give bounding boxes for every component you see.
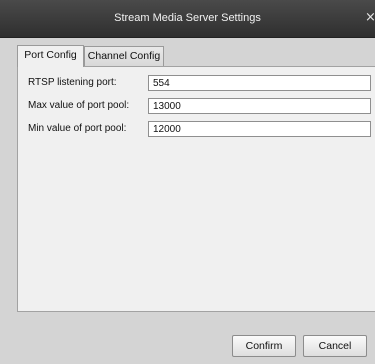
tab-channel-config[interactable]: Channel Config (84, 46, 164, 66)
port-config-panel: RTSP listening port: Max value of port p… (17, 66, 375, 312)
max-port-pool-label: Max value of port pool: (28, 100, 130, 111)
cancel-button[interactable]: Cancel (303, 335, 367, 357)
settings-dialog: Stream Media Server Settings × Port Conf… (0, 0, 375, 364)
max-port-pool-input[interactable] (148, 98, 371, 114)
min-port-pool-input[interactable] (148, 121, 371, 137)
max-port-pool-row: Max value of port pool: (28, 98, 375, 114)
window-title: Stream Media Server Settings (114, 12, 261, 24)
rtsp-port-input[interactable] (148, 75, 371, 91)
tab-port-config[interactable]: Port Config (17, 45, 84, 67)
close-icon[interactable]: × (365, 11, 375, 25)
rtsp-port-row: RTSP listening port: (28, 75, 375, 91)
rtsp-port-label: RTSP listening port: (28, 77, 117, 88)
min-port-pool-row: Min value of port pool: (28, 121, 375, 137)
title-bar[interactable]: Stream Media Server Settings × (0, 0, 375, 38)
confirm-button[interactable]: Confirm (232, 335, 296, 357)
dialog-footer: Confirm Cancel (0, 322, 375, 364)
min-port-pool-label: Min value of port pool: (28, 123, 127, 134)
